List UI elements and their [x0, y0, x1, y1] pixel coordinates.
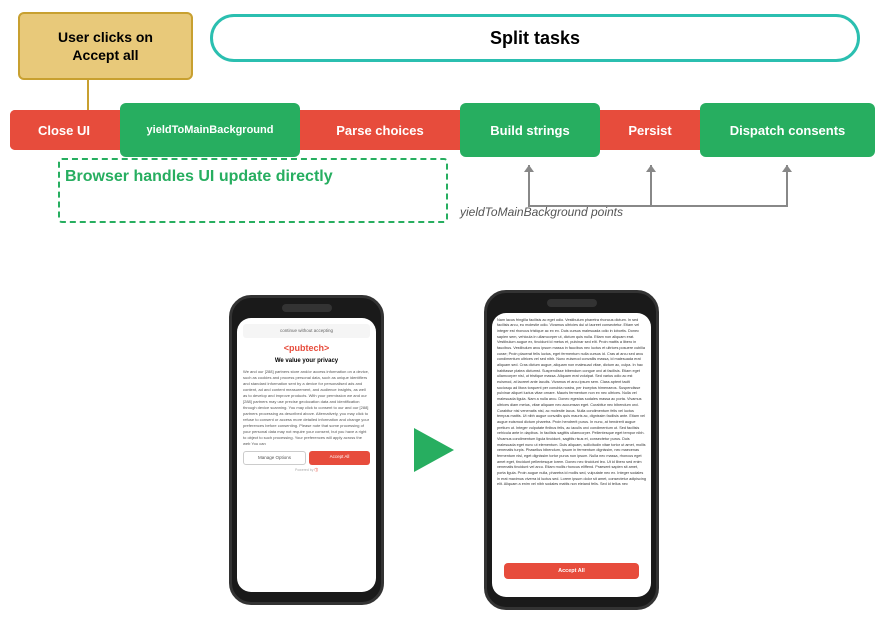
split-tasks-oval: Split tasks [210, 14, 860, 62]
arrow-up-persist [650, 165, 652, 207]
seg-parse-choices: Parse choices [306, 110, 454, 150]
consent-title: We value your privacy [243, 357, 370, 365]
manage-options-button[interactable]: Manage Options [243, 451, 306, 465]
phone-notch-2 [547, 299, 597, 307]
phone-consent: continue without accepting <pubtech> We … [229, 295, 384, 605]
phone-screen-2: Nam lacus fringilla facilisis ac eget od… [492, 313, 651, 597]
phone-transition-arrow [404, 430, 464, 470]
consent-footer: Powered by ⓘ [243, 468, 370, 473]
phone-notch-1 [282, 304, 332, 312]
consent-buttons: Manage Options Accept All [243, 451, 370, 465]
consent-body: We and our [288] partners store and/or a… [243, 369, 370, 447]
arrow-right-icon [414, 428, 454, 472]
yield-to-main-box-build: Build strings [460, 103, 600, 157]
phone-screen-1: continue without accepting <pubtech> We … [237, 318, 376, 592]
arrow-bottom-line [528, 205, 788, 207]
user-clicks-box: User clicks on Accept all [18, 12, 193, 80]
phone-document: Nam lacus fringilla facilisis ac eget od… [484, 290, 659, 610]
user-clicks-label: User clicks on Accept all [58, 28, 153, 64]
seg-persist: Persist [606, 110, 694, 150]
yield-points-label: yieldToMainBackground points [460, 205, 623, 219]
doc-accept-btn[interactable]: Accept All [504, 563, 639, 579]
arrow-up-dispatch [786, 165, 788, 207]
consent-ui: continue without accepting <pubtech> We … [237, 318, 376, 479]
diagram-area: User clicks on Accept all Split tasks Cl… [0, 0, 888, 270]
consent-brand: <pubtech> [243, 342, 370, 355]
phones-area: continue without accepting <pubtech> We … [0, 280, 888, 619]
arrow-up-build [528, 165, 530, 207]
consent-header: continue without accepting [243, 324, 370, 338]
accept-all-button[interactable]: Accept All [309, 451, 370, 465]
yield-to-main-box-1: yieldToMainBackground [120, 103, 300, 157]
seg-close-ui: Close UI [10, 110, 118, 150]
split-tasks-label: Split tasks [490, 28, 580, 49]
browser-handles-label: Browser handles UI update directly [65, 166, 425, 188]
doc-content: Nam lacus fringilla facilisis ac eget od… [492, 313, 651, 494]
yield-to-main-box-dispatch: Dispatch consents [700, 103, 875, 157]
